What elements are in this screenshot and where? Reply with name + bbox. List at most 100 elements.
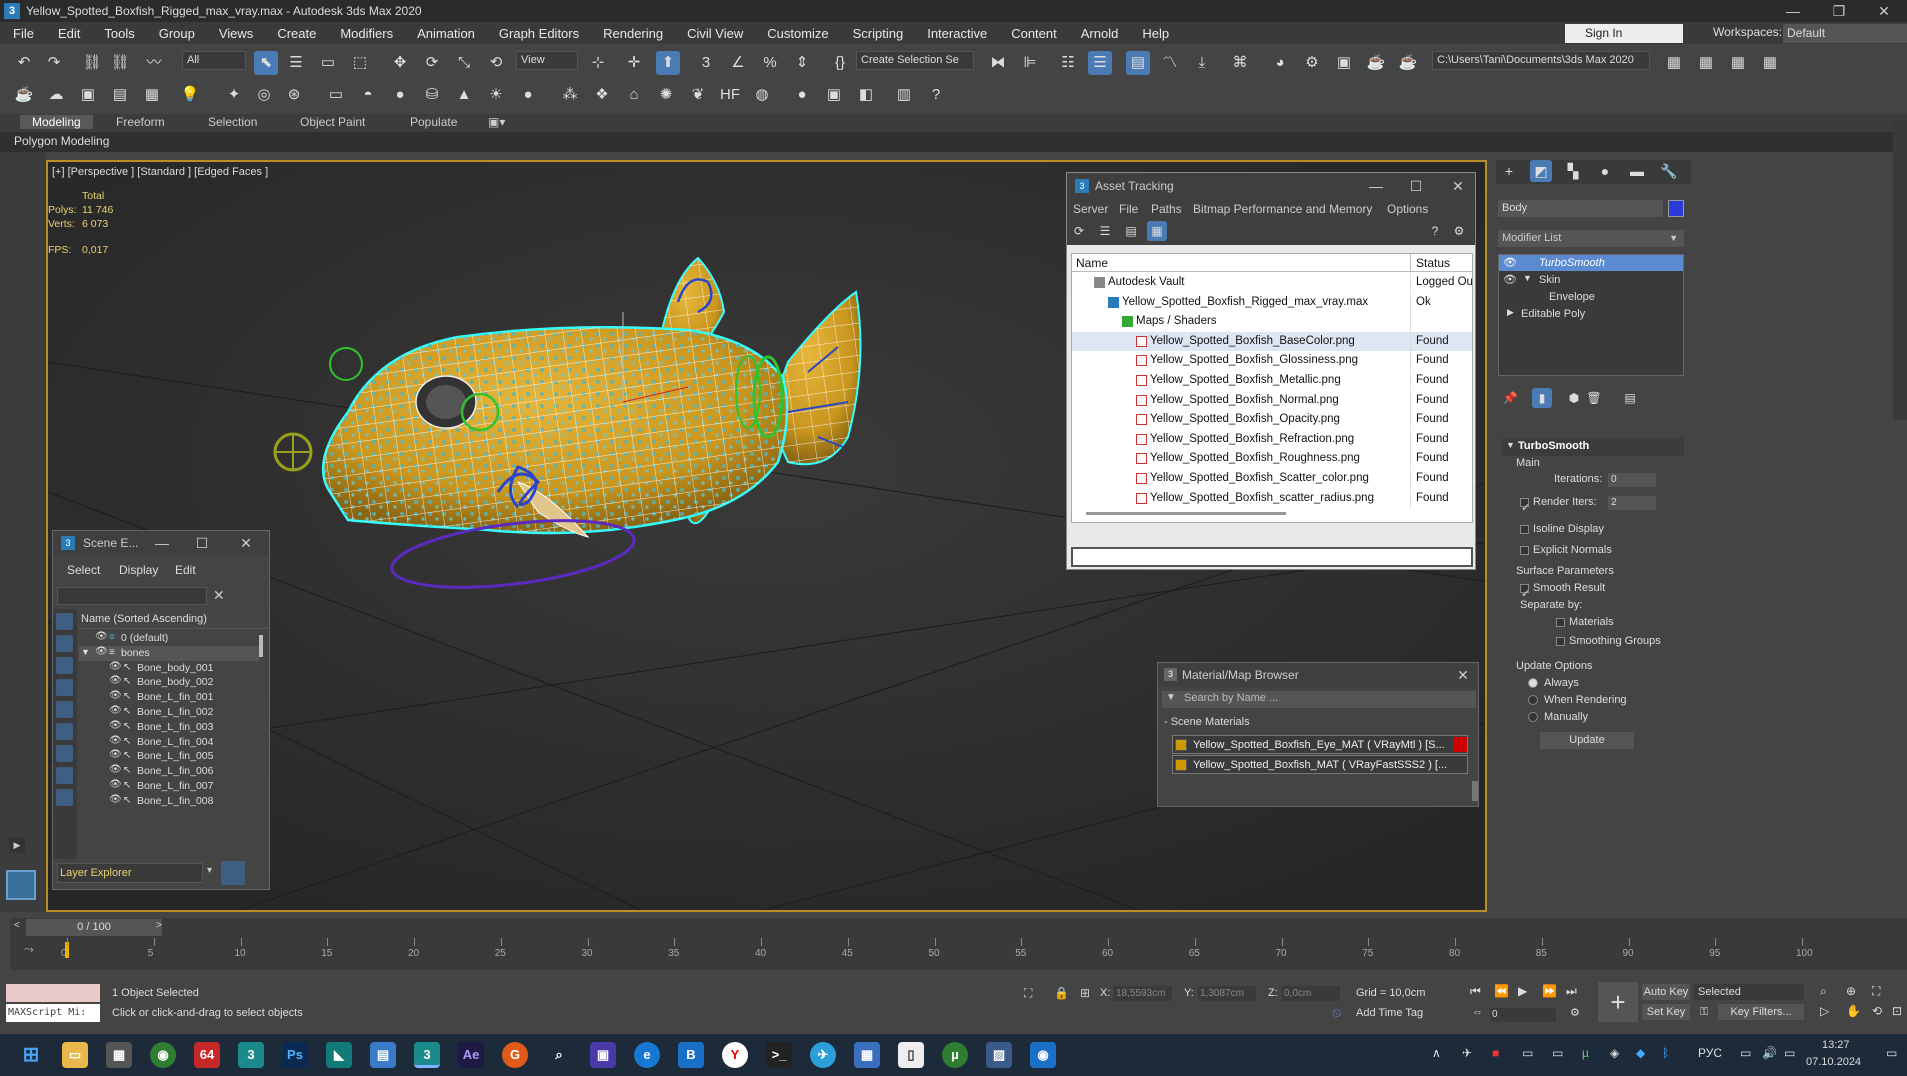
create-selection-set-select[interactable]: Create Selection Se: [856, 51, 974, 70]
eye-icon[interactable]: 👁: [1503, 273, 1517, 286]
vray-ies-light-icon[interactable]: ▲: [452, 83, 476, 107]
utorrent-icon[interactable]: µ: [942, 1042, 968, 1068]
asset-row[interactable]: Yellow_Spotted_Boxfish_Rigged_max_vray.m…: [1072, 292, 1472, 312]
vray-physical-camera-icon[interactable]: ⌂: [622, 83, 646, 107]
play-animation-icon[interactable]: ▶: [1518, 984, 1527, 998]
pivot-icon[interactable]: ⊹: [586, 51, 610, 75]
substance-icon[interactable]: ◣: [326, 1042, 352, 1068]
select-manipulate-icon[interactable]: ✛: [622, 51, 646, 75]
chevron-down-icon[interactable]: ▼: [1166, 692, 1176, 703]
table-view-icon[interactable]: ▦: [1147, 221, 1167, 241]
maximize-icon[interactable]: ☐: [185, 531, 219, 555]
manually-radio[interactable]: [1528, 712, 1538, 723]
col-name[interactable]: Name: [1076, 254, 1108, 273]
menu-customize[interactable]: Customize: [754, 26, 839, 41]
render-iters-spinner[interactable]: 2: [1608, 496, 1656, 510]
file-explorer-icon[interactable]: ▭: [62, 1042, 88, 1068]
menu-views[interactable]: Views: [206, 26, 264, 41]
scene-materials-header[interactable]: - Scene Materials: [1164, 713, 1250, 732]
keyboard-shortcut-override-icon[interactable]: ⬆: [656, 51, 680, 75]
tray-display-icon[interactable]: ▭: [1552, 1046, 1563, 1060]
snaps-toggle-icon[interactable]: 3: [694, 51, 718, 75]
object-color-swatch[interactable]: [1668, 200, 1684, 217]
eye-icon[interactable]: 👁: [1503, 256, 1517, 269]
menu-help[interactable]: Help: [1129, 26, 1180, 41]
key-filters-button[interactable]: Key Filters...: [1718, 1004, 1804, 1020]
current-frame-field[interactable]: 0: [1490, 1008, 1556, 1022]
render-iters-checkbox[interactable]: ✓: [1520, 497, 1530, 514]
filter-shapes-icon[interactable]: [56, 635, 73, 652]
terminal-icon[interactable]: >_: [766, 1042, 792, 1068]
x-coordinate-field[interactable]: 18,5593cm: [1114, 986, 1172, 1001]
at-menu-paths[interactable]: Paths: [1151, 200, 1182, 219]
zoom-icon[interactable]: ⌕: [1820, 984, 1827, 999]
mirror-icon[interactable]: ⧓: [986, 51, 1010, 75]
vray-instancer-icon[interactable]: ◍: [750, 83, 774, 107]
time-slider[interactable]: < 0 / 100 >: [10, 918, 1907, 938]
cloud-icon[interactable]: ☁: [44, 83, 68, 107]
orbit-icon[interactable]: ⟲: [1872, 1004, 1882, 1018]
name-column-header[interactable]: Name (Sorted Ascending): [81, 610, 207, 629]
modify-tab-icon[interactable]: ◩: [1530, 160, 1552, 182]
isoline-row[interactable]: Isoline Display: [1520, 520, 1604, 539]
isolate-icon[interactable]: ⛶: [1024, 986, 1032, 1001]
tab-selection[interactable]: Selection: [208, 115, 257, 129]
rectangular-selection-icon[interactable]: ▭: [316, 51, 340, 75]
maximize-viewport-icon[interactable]: ⊡: [1892, 1004, 1902, 1018]
eye-icon[interactable]: 👁: [109, 735, 122, 746]
eye-icon[interactable]: 👁: [95, 631, 108, 642]
iterations-spinner[interactable]: 0: [1608, 473, 1656, 487]
battery-icon[interactable]: ▭: [1784, 1046, 1795, 1060]
curve-editor-icon[interactable]: 〽: [1158, 51, 1182, 75]
menu-rendering[interactable]: Rendering: [590, 26, 674, 41]
se-menu-select[interactable]: Select: [67, 561, 100, 580]
asset-row[interactable]: Yellow_Spotted_Boxfish_BaseColor.png Foun…: [1072, 331, 1472, 351]
light-lister-icon[interactable]: 💡: [178, 83, 202, 107]
object-name-field[interactable]: Body: [1498, 200, 1663, 217]
vray-dome-icon[interactable]: ⊛: [282, 83, 306, 107]
zoom-all-icon[interactable]: ⊕: [1846, 984, 1856, 998]
tab-populate[interactable]: Populate: [410, 115, 457, 129]
material-item[interactable]: Yellow_Spotted_Boxfish_Eye_MAT ( VRayMtl…: [1172, 735, 1468, 754]
stack-item-editable-poly[interactable]: ▶ Editable Poly: [1499, 306, 1683, 322]
settings-icon[interactable]: ⚙: [1449, 221, 1469, 241]
menu-interactive[interactable]: Interactive: [914, 26, 998, 41]
prev-frame-icon[interactable]: <: [14, 920, 20, 931]
go-to-end-icon[interactable]: ⏭: [1566, 984, 1577, 999]
menu-graph-editors[interactable]: Graph Editors: [486, 26, 590, 41]
unlink-icon[interactable]: ⛓: [108, 51, 132, 75]
layer-explorer-toggle-icon[interactable]: ☰: [1088, 51, 1112, 75]
minimize-icon[interactable]: —: [145, 531, 179, 555]
stack-item-skin[interactable]: 👁 ▼ Skin: [1499, 272, 1683, 288]
make-unique-icon[interactable]: ⬢: [1564, 388, 1584, 408]
material-editor-icon[interactable]: ◕: [1268, 51, 1292, 75]
vray-material-icon[interactable]: ●: [790, 83, 814, 107]
filter-spacewarps-icon[interactable]: [56, 723, 73, 740]
vray-sphere-icon[interactable]: ◎: [252, 83, 276, 107]
move-icon[interactable]: ✥: [388, 51, 412, 75]
vray-fur-icon[interactable]: ⁂: [558, 83, 582, 107]
at-menu-bitmap[interactable]: Bitmap Performance and Memory: [1193, 200, 1372, 219]
configure-sets-icon[interactable]: ▤: [1620, 388, 1640, 408]
search-icon[interactable]: ⌕: [546, 1042, 572, 1068]
key-set-select[interactable]: Selected: [1694, 984, 1804, 1000]
select-object-icon[interactable]: ⬉: [254, 51, 278, 75]
schematic-view-icon[interactable]: ⌘: [1228, 51, 1252, 75]
calculator-icon[interactable]: ▦: [854, 1042, 880, 1068]
smooth-result-checkbox[interactable]: ✓: [1520, 583, 1530, 600]
render-production-icon[interactable]: ☕: [1364, 51, 1388, 75]
pan-icon[interactable]: ✋: [1846, 1004, 1861, 1018]
vray-environment-fog-icon[interactable]: ✺: [654, 83, 678, 107]
display-tab-icon[interactable]: ▬: [1626, 160, 1648, 182]
tab-modeling[interactable]: Modeling: [20, 115, 93, 129]
stack-item-envelope[interactable]: Envelope: [1499, 289, 1683, 305]
eye-icon[interactable]: 👁: [109, 749, 122, 760]
help-icon[interactable]: ?: [1425, 221, 1445, 241]
project-path-select[interactable]: C:\Users\Tani\Documents\3ds Max 2020: [1432, 51, 1650, 70]
time-config-icon[interactable]: ⚙: [1570, 1006, 1580, 1019]
play-icon[interactable]: ▶: [9, 837, 25, 853]
3dsmax-taskbar-icon[interactable]: 3: [238, 1042, 264, 1068]
horizontal-scrollbar[interactable]: [1086, 512, 1286, 515]
frame-buffer-icon[interactable]: ▤: [108, 83, 132, 107]
layer-item[interactable]: 👁 ≡ 0 (default): [79, 631, 259, 646]
